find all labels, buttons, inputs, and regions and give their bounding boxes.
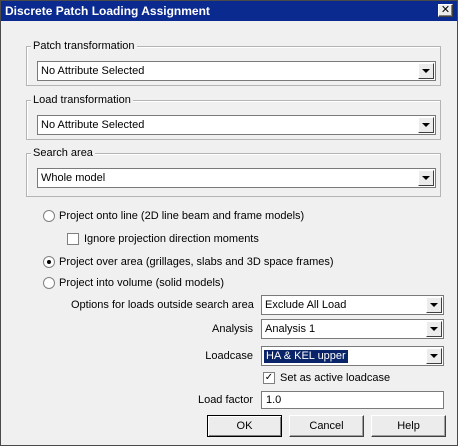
options-outside-dropdown[interactable]: Exclude All Load [261, 295, 444, 315]
load-factor-value: 1.0 [266, 394, 282, 406]
chevron-down-icon[interactable] [426, 321, 442, 337]
checkmark-icon: ✓ [264, 372, 274, 383]
options-outside-value: Exclude All Load [265, 299, 347, 311]
project-volume-radio[interactable] [43, 277, 55, 289]
project-area-radio[interactable] [43, 256, 55, 268]
load-transformation-value: No Attribute Selected [41, 119, 145, 131]
ignore-moments-checkbox[interactable] [67, 233, 79, 245]
analysis-label: Analysis [212, 323, 253, 335]
chevron-down-icon[interactable] [418, 170, 434, 186]
help-button-label: Help [397, 420, 420, 432]
close-button[interactable]: ✕ [438, 4, 453, 17]
help-button[interactable]: Help [371, 415, 446, 437]
chevron-down-icon[interactable] [418, 63, 434, 79]
load-factor-label: Load factor [197, 394, 253, 406]
cancel-button-label: Cancel [309, 420, 344, 432]
patch-transformation-dropdown[interactable]: No Attribute Selected [37, 61, 436, 81]
dialog-title: Discrete Patch Loading Assignment [5, 4, 210, 18]
search-area-dropdown[interactable]: Whole model [37, 168, 436, 188]
loadcase-value: HA & KEL upper [264, 350, 348, 363]
ok-button-label: OK [236, 420, 253, 432]
chevron-down-icon[interactable] [426, 348, 442, 364]
load-transformation-dropdown[interactable]: No Attribute Selected [37, 115, 436, 135]
search-area-group: Search area Whole model [26, 146, 441, 197]
project-line-label[interactable]: Project onto line (2D line beam and fram… [59, 210, 304, 223]
ignore-moments-label[interactable]: Ignore projection direction moments [84, 233, 259, 246]
dialog-window: Discrete Patch Loading Assignment ✕ Patc… [0, 0, 458, 446]
patch-transformation-label: Patch transformation [31, 39, 137, 53]
search-area-label: Search area [31, 146, 95, 160]
loadcase-label: Loadcase [205, 350, 253, 362]
analysis-value: Analysis 1 [265, 323, 316, 335]
active-loadcase-label[interactable]: Set as active loadcase [280, 372, 390, 385]
project-line-radio[interactable] [43, 210, 55, 222]
title-bar[interactable]: Discrete Patch Loading Assignment ✕ [1, 1, 457, 21]
load-transformation-label: Load transformation [31, 93, 133, 107]
chevron-down-icon[interactable] [418, 117, 434, 133]
ok-button[interactable]: OK [207, 415, 282, 437]
project-volume-label[interactable]: Project into volume (solid models) [59, 277, 224, 290]
patch-transformation-group: Patch transformation No Attribute Select… [26, 39, 441, 86]
active-loadcase-checkbox[interactable]: ✓ [263, 372, 275, 384]
patch-transformation-value: No Attribute Selected [41, 65, 145, 77]
close-icon: ✕ [440, 4, 451, 16]
search-area-value: Whole model [41, 172, 106, 184]
cancel-button[interactable]: Cancel [289, 415, 364, 437]
project-area-label[interactable]: Project over area (grillages, slabs and … [59, 256, 334, 269]
options-outside-label: Options for loads outside search area [71, 299, 254, 311]
load-factor-input[interactable]: 1.0 [261, 391, 444, 409]
analysis-dropdown[interactable]: Analysis 1 [261, 319, 444, 339]
chevron-down-icon[interactable] [426, 297, 442, 313]
loadcase-dropdown[interactable]: HA & KEL upper [261, 346, 444, 366]
load-transformation-group: Load transformation No Attribute Selecte… [26, 93, 441, 140]
